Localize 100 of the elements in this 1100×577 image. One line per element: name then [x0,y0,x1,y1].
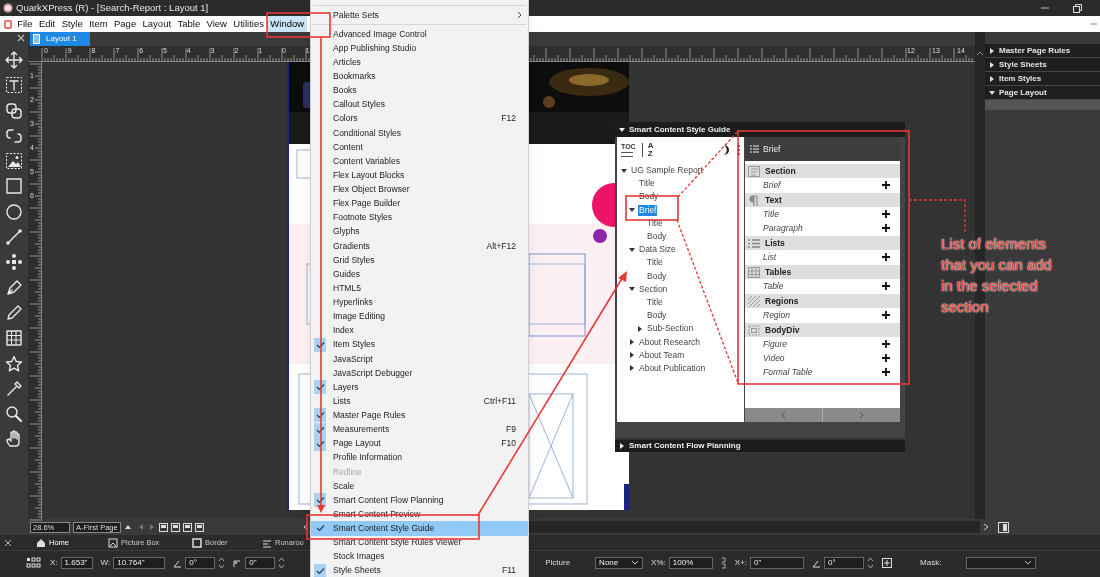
menu-item[interactable]: Books [311,83,528,98]
flip-icon[interactable] [882,558,892,568]
collapse-triangle-icon[interactable] [621,167,627,174]
dropdown[interactable]: None [595,557,644,569]
menu-item[interactable]: Page Layout F10 [311,436,528,451]
close-icon[interactable] [4,538,12,547]
add-icon[interactable] [882,311,890,319]
rectangle-icon[interactable] [5,177,23,196]
tree-item[interactable]: Data Size [638,244,677,256]
pencil-icon[interactable] [5,303,23,322]
tree-item[interactable]: About Team [638,349,686,361]
oval-icon[interactable] [5,202,23,221]
add-icon[interactable] [882,354,890,362]
tree-item[interactable]: Title [646,296,664,308]
menu-item[interactable]: Guides [311,267,528,282]
menu-item[interactable]: Hyperlinks [311,295,528,310]
tree-item[interactable]: Sub-Section [646,323,695,335]
add-icon[interactable] [882,340,890,348]
move-icon[interactable] [5,51,23,69]
menu-item[interactable]: Table [174,16,204,32]
menu-item[interactable]: Callout Styles [311,97,528,112]
zoom-icon[interactable] [5,405,23,424]
eyedropper-icon[interactable] [5,379,23,398]
tree-item[interactable]: Section [638,283,669,295]
picture-box-icon[interactable] [5,152,23,171]
view-icon[interactable] [159,522,168,532]
spinner-icon[interactable] [867,557,874,569]
hand-icon[interactable] [5,430,23,449]
menu-item[interactable]: Layers [311,380,528,395]
maximize-icon[interactable] [1072,3,1082,13]
input-field[interactable]: 0" [245,557,276,569]
menu-item[interactable]: Colors F12 [311,111,528,126]
menu-item[interactable]: Item [85,16,111,32]
tree-item[interactable]: Body [646,310,668,322]
sort-button[interactable]: AZ [641,142,653,158]
menu-item[interactable]: Smart Content Style Rules Viewer [311,535,528,550]
menu-item[interactable]: Gradients Alt+F12 [311,238,528,253]
pen-icon[interactable] [5,278,23,297]
menu-item[interactable]: Item Styles [311,337,528,352]
menu-item[interactable]: Style [58,16,86,32]
input-field[interactable]: 0" [750,557,804,569]
menu-item[interactable]: View [203,16,231,32]
add-icon[interactable] [882,210,890,218]
close-icon[interactable] [16,33,26,43]
expand-triangle-icon[interactable] [629,339,635,346]
menu-item[interactable]: Flex Layout Blocks [311,168,528,183]
tree-item[interactable]: Title [646,257,664,269]
more-icon[interactable] [737,144,740,156]
spinner-icon[interactable] [278,557,286,569]
unlink-icon[interactable] [5,126,23,145]
menu-item[interactable]: Scale [311,479,528,494]
menu-item[interactable]: Footnote Styles [311,210,528,225]
text-box-icon[interactable] [5,76,23,95]
link-icon[interactable] [5,101,23,120]
previous-page-icon[interactable] [137,523,145,531]
add-icon[interactable] [882,253,890,261]
menu-item[interactable]: Flex Page Builder [311,196,528,211]
expand-triangle-icon[interactable] [637,325,643,332]
tree-item[interactable]: Brief [638,204,658,216]
menu-item[interactable]: App Publishing Studio [311,41,528,56]
tree-item[interactable]: Body [646,231,668,243]
link-icon[interactable] [720,557,727,569]
layout-tab[interactable]: Layout 1 [30,32,90,46]
menu-item[interactable]: Smart Content Flow Planning [311,493,528,508]
menu-item[interactable]: Grid Styles [311,253,528,268]
collapse-triangle-icon[interactable] [629,207,635,214]
grid-icon[interactable] [26,557,42,569]
menu-item[interactable]: Layout [139,16,175,32]
menu-item[interactable]: Glyphs [311,224,528,239]
tree-item[interactable]: About Publication [638,362,707,374]
menu-item[interactable]: Conditional Styles [311,125,528,140]
menu-item[interactable]: Index [311,323,528,338]
input-field[interactable]: 0° [824,557,864,569]
next-page-icon[interactable] [148,523,156,531]
table-icon[interactable] [5,329,23,348]
add-icon[interactable] [882,282,890,290]
view-icon[interactable] [195,522,204,532]
tree-item[interactable]: Body [646,270,668,282]
menu-item[interactable]: JavaScript Debugger [311,366,528,381]
add-icon[interactable] [882,368,890,376]
expand-triangle-icon[interactable] [629,352,635,359]
input-field[interactable]: 1.653" [60,557,93,569]
menu-item[interactable]: JavaScript [311,351,528,366]
menu-item[interactable]: Window [267,16,308,32]
caret-up-icon[interactable] [124,523,132,531]
tree-item[interactable]: UG Sample Report [630,165,704,177]
tree-item[interactable]: Title [638,178,656,190]
view-icon[interactable] [171,522,180,532]
menu-item[interactable]: HTML5 [311,281,528,296]
menu-item[interactable]: Content [311,140,528,155]
menu-item[interactable]: Palette Sets [311,8,528,22]
menu-item[interactable]: Profile Information [311,450,528,465]
menu-item[interactable]: Lists Ctrl+F11 [311,394,528,409]
scroll-right-icon[interactable] [983,523,989,531]
tree-item[interactable]: About Research [638,336,701,348]
palette-header[interactable]: Smart Content Flow Planning [615,438,905,452]
menu-item[interactable]: Image Editing [311,309,528,324]
menu-item[interactable]: Measurements F9 [311,422,528,437]
menu-item[interactable]: File [14,16,36,32]
add-icon[interactable] [882,181,890,189]
